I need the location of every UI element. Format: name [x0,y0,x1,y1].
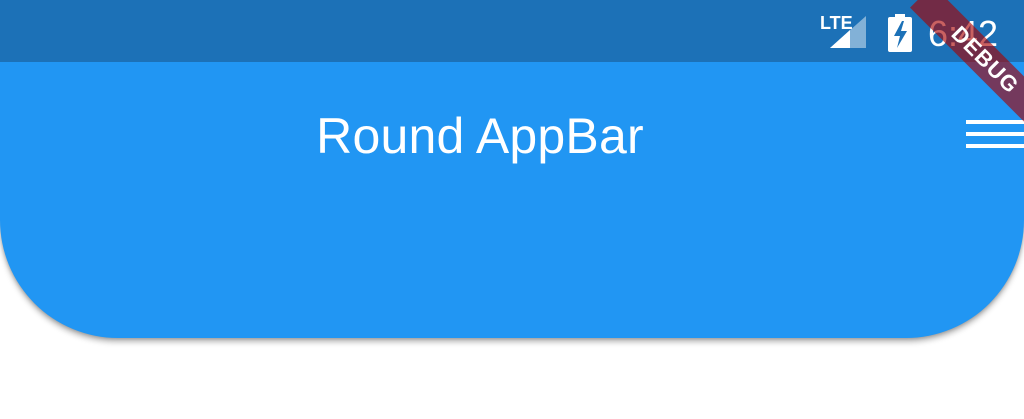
hamburger-menu-button[interactable] [960,110,1024,160]
phone-screen: LTE 6:42 Round AppBar DEBUG [0,0,1024,419]
battery-charging-icon [886,14,914,57]
cellular-signal-icon [830,16,870,53]
status-bar [0,0,1024,62]
app-bar-title: Round AppBar [316,108,644,164]
hamburger-menu-icon [966,120,1024,148]
